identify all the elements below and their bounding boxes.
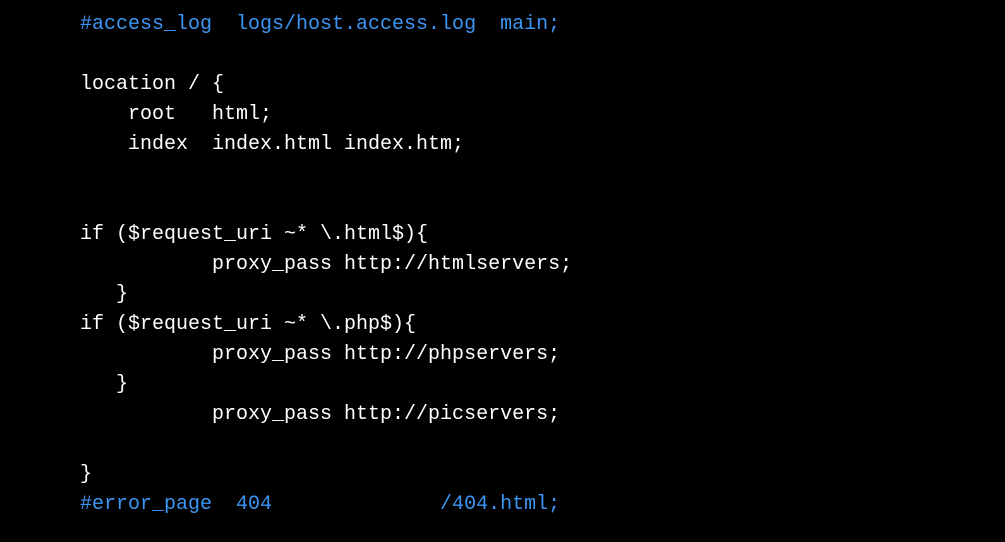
code-line: location / { bbox=[80, 70, 1005, 100]
code-line: index index.html index.htm; bbox=[80, 130, 1005, 160]
code-line-blank bbox=[80, 190, 1005, 220]
code-line: root html; bbox=[80, 100, 1005, 130]
code-line: proxy_pass http://picservers; bbox=[80, 400, 1005, 430]
code-line: proxy_pass http://phpservers; bbox=[80, 340, 1005, 370]
code-line-blank bbox=[80, 40, 1005, 70]
code-line-blank bbox=[80, 160, 1005, 190]
code-line-comment: #access_log logs/host.access.log main; bbox=[80, 10, 1005, 40]
code-line: if ($request_uri ~* \.html$){ bbox=[80, 220, 1005, 250]
code-line: } bbox=[80, 370, 1005, 400]
code-line: } bbox=[80, 280, 1005, 310]
code-line-blank bbox=[80, 430, 1005, 460]
code-line-comment: #error_page 404 /404.html; bbox=[80, 490, 1005, 520]
code-line: } bbox=[80, 460, 1005, 490]
code-line: if ($request_uri ~* \.php$){ bbox=[80, 310, 1005, 340]
code-line: proxy_pass http://htmlservers; bbox=[80, 250, 1005, 280]
code-editor[interactable]: #access_log logs/host.access.log main; l… bbox=[80, 10, 1005, 520]
